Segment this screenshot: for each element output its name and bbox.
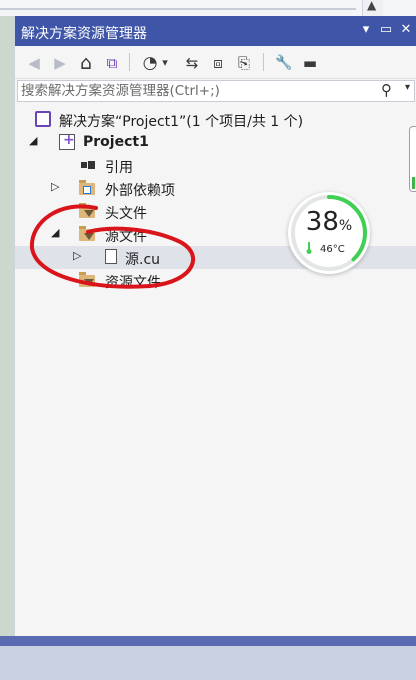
search-box[interactable]: ⚲ ▾	[17, 80, 415, 102]
solution-icon	[35, 111, 51, 127]
monitor-side-tab[interactable]	[409, 126, 416, 192]
cpu-monitor-widget[interactable]: 38% 46°C	[288, 192, 370, 274]
filter-folder-icon	[79, 226, 95, 241]
filter-folder-icon	[79, 272, 95, 287]
search-options-icon[interactable]: ▾	[405, 82, 410, 93]
cpu-percent-value: 38	[305, 207, 339, 237]
collapsed-arrow-icon[interactable]: ▷	[51, 180, 59, 193]
scroll-up-icon[interactable]: ▲	[367, 0, 376, 12]
tree-item-label: 解决方案“Project1”(1 个项目/共 1 个)	[59, 114, 304, 130]
toolbar-separator	[263, 53, 264, 71]
pending-changes-icon[interactable]: ◔	[139, 52, 161, 74]
panel-dropdown-icon[interactable]: ▾	[357, 21, 375, 39]
panel-titlebar[interactable]: 解决方案资源管理器 ▾ ▭ ✕	[15, 16, 416, 46]
percent-sign: %	[338, 218, 353, 234]
panel-title: 解决方案资源管理器	[21, 26, 147, 42]
panel-toolbar: ◀ ▶ ⌂ ⧉ ◔ ▾ ⇆ ⧈ ⎘ 🔧 ▬	[15, 46, 416, 79]
left-margin	[0, 16, 14, 636]
tree-item-references[interactable]: 引用	[15, 154, 416, 177]
thermometer-icon	[306, 242, 312, 254]
close-icon[interactable]: ✕	[397, 21, 415, 39]
editor-scrollbar[interactable]: ▲	[362, 0, 383, 16]
tree-item-label: 资源文件	[105, 275, 161, 291]
filter-folder-icon	[79, 203, 95, 218]
search-input[interactable]	[21, 82, 371, 100]
cpu-percent: 38%	[288, 207, 370, 237]
references-icon	[79, 157, 97, 173]
temperature-value: 46°C	[320, 244, 345, 255]
tree-item-label: 源文件	[105, 229, 147, 245]
tree-item-label: 外部依赖项	[105, 183, 175, 199]
tree-item-label: 头文件	[105, 206, 147, 222]
properties-icon[interactable]: 🔧	[273, 52, 295, 74]
project-icon	[59, 132, 75, 150]
file-icon	[105, 249, 117, 264]
forward-icon[interactable]: ▶	[49, 52, 71, 74]
external-dependencies-icon	[79, 180, 95, 195]
home-icon[interactable]: ⌂	[75, 52, 97, 74]
tree-item-label: Project1	[83, 134, 149, 150]
toolbar-separator	[129, 53, 130, 71]
collapsed-arrow-icon[interactable]: ▷	[73, 249, 81, 262]
switch-views-icon[interactable]: ⧉	[101, 52, 123, 74]
tree-item-project[interactable]: ◢ Project1	[15, 131, 416, 154]
bottom-panel	[0, 636, 416, 680]
tree-item-label: 源.cu	[125, 252, 161, 268]
expanded-arrow-icon[interactable]: ◢	[51, 226, 59, 239]
chevron-down-icon[interactable]: ▾	[159, 52, 171, 74]
pin-icon[interactable]: ▭	[377, 21, 395, 39]
editor-divider	[0, 8, 356, 10]
bottom-panel-header	[0, 636, 416, 646]
back-icon[interactable]: ◀	[23, 52, 45, 74]
solution-explorer: 解决方案资源管理器 ▾ ▭ ✕ ◀ ▶ ⌂ ⧉ ◔ ▾ ⇆ ⧈ ⎘ 🔧 ▬ ⚲ …	[14, 16, 416, 636]
preview-icon[interactable]: ▬	[299, 52, 321, 74]
editor-area	[0, 0, 416, 16]
collapse-all-icon[interactable]: ⧈	[207, 52, 229, 74]
tree-item-solution[interactable]: 解决方案“Project1”(1 个项目/共 1 个)	[15, 108, 416, 131]
sync-icon[interactable]: ⇆	[181, 52, 203, 74]
search-icon[interactable]: ⚲	[381, 81, 392, 99]
tree-item-label: 引用	[105, 160, 133, 176]
expanded-arrow-icon[interactable]: ◢	[29, 134, 37, 147]
show-all-files-icon[interactable]: ⎘	[233, 52, 255, 74]
